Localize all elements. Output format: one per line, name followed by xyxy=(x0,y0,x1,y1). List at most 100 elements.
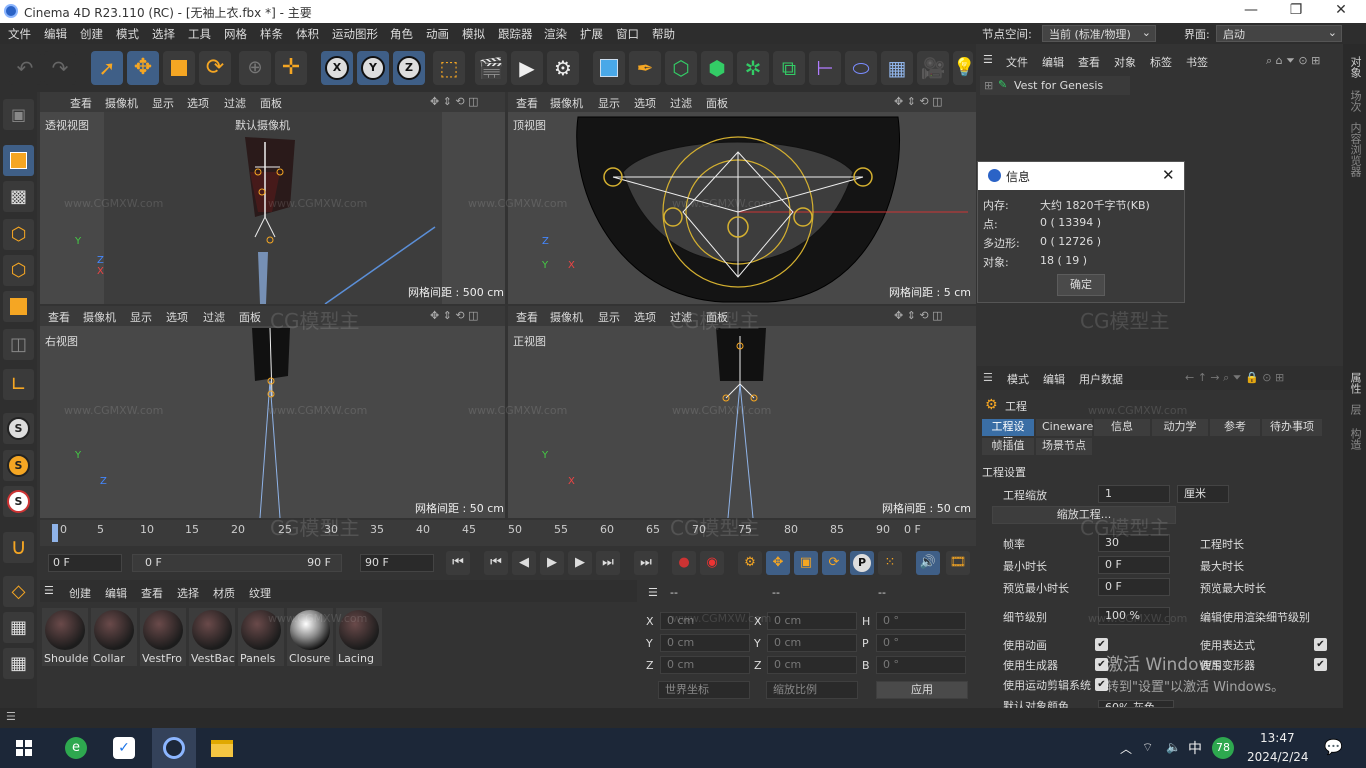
attr-menu-mode[interactable]: 模式 xyxy=(1007,371,1029,387)
browser-icon[interactable]: e xyxy=(62,735,90,761)
uv-mode-icon[interactable]: ◫ xyxy=(3,329,34,360)
max-frame-field[interactable]: 90 F xyxy=(360,554,434,572)
vp-menu-options[interactable]: 选项 xyxy=(634,95,656,111)
tab-key-interpolation[interactable]: 帧插值 xyxy=(982,438,1034,455)
x-axis-lock-icon[interactable]: X xyxy=(321,51,353,85)
key-pla-icon[interactable]: ⁙ xyxy=(878,551,902,575)
vp-menu-view[interactable]: 查看 xyxy=(516,95,538,111)
material-swatch[interactable]: VestFro xyxy=(140,608,186,666)
key-rotation-icon[interactable]: ⟳ xyxy=(822,551,846,575)
material-swatch[interactable]: Shoulde xyxy=(42,608,88,666)
menu-help[interactable]: 帮助 xyxy=(652,26,675,42)
menu-animate[interactable]: 动画 xyxy=(426,26,449,42)
scale-mode-select[interactable]: 缩放比例 xyxy=(766,681,858,699)
camera-icon[interactable]: 🎥 xyxy=(917,51,949,85)
unit-select[interactable]: 厘米 xyxy=(1177,485,1229,503)
key-scale-icon[interactable]: ▣ xyxy=(794,551,818,575)
timeline-ruler[interactable]: 0 5 10 15 20 25 30 35 40 45 50 55 60 65 … xyxy=(40,520,976,546)
tab-cineware[interactable]: Cineware xyxy=(1036,419,1093,436)
mat-menu-texture[interactable]: 纹理 xyxy=(249,585,271,601)
interface-select[interactable]: 启动 ⌄ xyxy=(1216,25,1342,42)
obj-menu-tag[interactable]: 标签 xyxy=(1150,54,1172,70)
tray-badge[interactable]: 78 xyxy=(1212,737,1234,759)
menu-window[interactable]: 窗口 xyxy=(616,26,639,42)
hamburger-icon[interactable]: ☰ xyxy=(983,53,993,66)
menu-character[interactable]: 角色 xyxy=(390,26,413,42)
obj-menu-file[interactable]: 文件 xyxy=(1006,54,1028,70)
move-tool-icon[interactable]: ✥ xyxy=(127,51,159,85)
viewport-nav-icons[interactable]: ✥ ⇕ ⟲ ◫ xyxy=(894,309,943,322)
select-tool-icon[interactable]: ➚ xyxy=(91,51,123,85)
tab-dynamics[interactable]: 动力学 xyxy=(1152,419,1208,436)
mat-menu-select[interactable]: 选择 xyxy=(177,585,199,601)
vp-menu-view[interactable]: 查看 xyxy=(516,309,538,325)
file-explorer-icon[interactable] xyxy=(208,735,236,761)
project-scale-field[interactable]: 1 xyxy=(1098,485,1170,503)
size-z-field[interactable]: 0 cm xyxy=(767,656,857,674)
vp-menu-display[interactable]: 显示 xyxy=(152,95,174,111)
coordinate-system-icon[interactable]: ⬚ xyxy=(433,51,465,85)
light-icon[interactable]: 💡 xyxy=(953,51,975,85)
key-parameter-icon[interactable]: P xyxy=(850,551,874,575)
vp-menu-camera[interactable]: 摄像机 xyxy=(105,95,138,111)
world-coords-select[interactable]: 世界坐标 xyxy=(658,681,750,699)
previous-key-icon[interactable]: ⏮ xyxy=(484,551,508,575)
close-icon[interactable]: ✕ xyxy=(1326,2,1356,20)
attr-menu-userdata[interactable]: 用户数据 xyxy=(1079,371,1123,387)
next-frame-icon[interactable]: ▶ xyxy=(568,551,592,575)
vp-menu-options[interactable]: 选项 xyxy=(166,309,188,325)
extrude-icon[interactable]: ⬢ xyxy=(701,51,733,85)
menu-tracker[interactable]: 跟踪器 xyxy=(498,26,533,42)
y-axis-lock-icon[interactable]: Y xyxy=(357,51,389,85)
mat-menu-material[interactable]: 材质 xyxy=(213,585,235,601)
app-icon[interactable]: ✓ xyxy=(110,735,138,761)
side-tab-browser[interactable]: 内容浏览器 xyxy=(1347,122,1363,177)
recent-tools-icon[interactable]: ⊕ xyxy=(239,51,271,85)
menu-mograph[interactable]: 运动图形 xyxy=(332,26,378,42)
apply-button[interactable]: 应用 xyxy=(876,681,968,699)
menu-file[interactable]: 文件 xyxy=(8,26,31,42)
current-frame-field[interactable]: 0 F xyxy=(48,554,122,572)
obj-menu-view[interactable]: 查看 xyxy=(1078,54,1100,70)
axis-mode-icon[interactable]: ∟ xyxy=(3,369,34,400)
position-y-field[interactable]: 0 cm xyxy=(660,634,750,652)
windows-start-icon[interactable] xyxy=(10,735,38,761)
vp-menu-camera[interactable]: 摄像机 xyxy=(83,309,116,325)
go-to-start-icon[interactable]: ⏮ xyxy=(446,551,470,575)
menu-edit[interactable]: 编辑 xyxy=(44,26,67,42)
rotation-h-field[interactable]: 0 ° xyxy=(876,612,966,630)
default-color-select[interactable]: 60% 灰色 xyxy=(1098,700,1174,708)
side-tab-takes[interactable]: 场次 xyxy=(1347,90,1363,112)
autokey-icon[interactable]: ◉ xyxy=(700,551,724,575)
viewport-nav-icons[interactable]: ✥ ⇕ ⟲ ◫ xyxy=(430,309,479,322)
minimize-icon[interactable]: — xyxy=(1236,2,1266,20)
model-mode-icon[interactable] xyxy=(3,145,34,176)
size-x-field[interactable]: 0 cm xyxy=(767,612,857,630)
record-active-icon[interactable]: ● xyxy=(672,551,696,575)
cloner-icon[interactable]: ✲ xyxy=(737,51,769,85)
ok-button[interactable]: 确定 xyxy=(1057,274,1105,296)
world-axis-icon[interactable]: ✛ xyxy=(275,51,307,85)
floor-icon[interactable]: ▦ xyxy=(881,51,913,85)
attr-menu-edit[interactable]: 编辑 xyxy=(1043,371,1065,387)
tab-info[interactable]: 信息 xyxy=(1094,419,1150,436)
vp-menu-filter[interactable]: 过滤 xyxy=(224,95,246,111)
side-tab-objects[interactable]: 对象 xyxy=(1347,56,1363,78)
go-to-end-icon[interactable]: ⏭ xyxy=(634,551,658,575)
viewport-nav-icons[interactable]: ✥ ⇕ ⟲ ◫ xyxy=(430,95,479,108)
side-tab-layers[interactable]: 层 xyxy=(1347,404,1363,415)
vp-menu-camera[interactable]: 摄像机 xyxy=(550,309,583,325)
menu-mode[interactable]: 模式 xyxy=(116,26,139,42)
snap-settings-icon[interactable]: S xyxy=(3,450,34,481)
playhead[interactable] xyxy=(52,524,58,542)
mat-menu-create[interactable]: 创建 xyxy=(69,585,91,601)
vp-menu-view[interactable]: 查看 xyxy=(48,309,70,325)
vp-menu-display[interactable]: 显示 xyxy=(598,95,620,111)
vp-menu-panel[interactable]: 面板 xyxy=(706,95,728,111)
mat-menu-view[interactable]: 查看 xyxy=(141,585,163,601)
volume-icon[interactable]: ⧉ xyxy=(773,51,805,85)
menu-render[interactable]: 渲染 xyxy=(544,26,567,42)
ime-indicator[interactable]: 中 xyxy=(1188,738,1202,758)
film-icon[interactable]: 🎞 xyxy=(946,551,970,575)
hamburger-icon[interactable]: ☰ xyxy=(983,371,993,384)
